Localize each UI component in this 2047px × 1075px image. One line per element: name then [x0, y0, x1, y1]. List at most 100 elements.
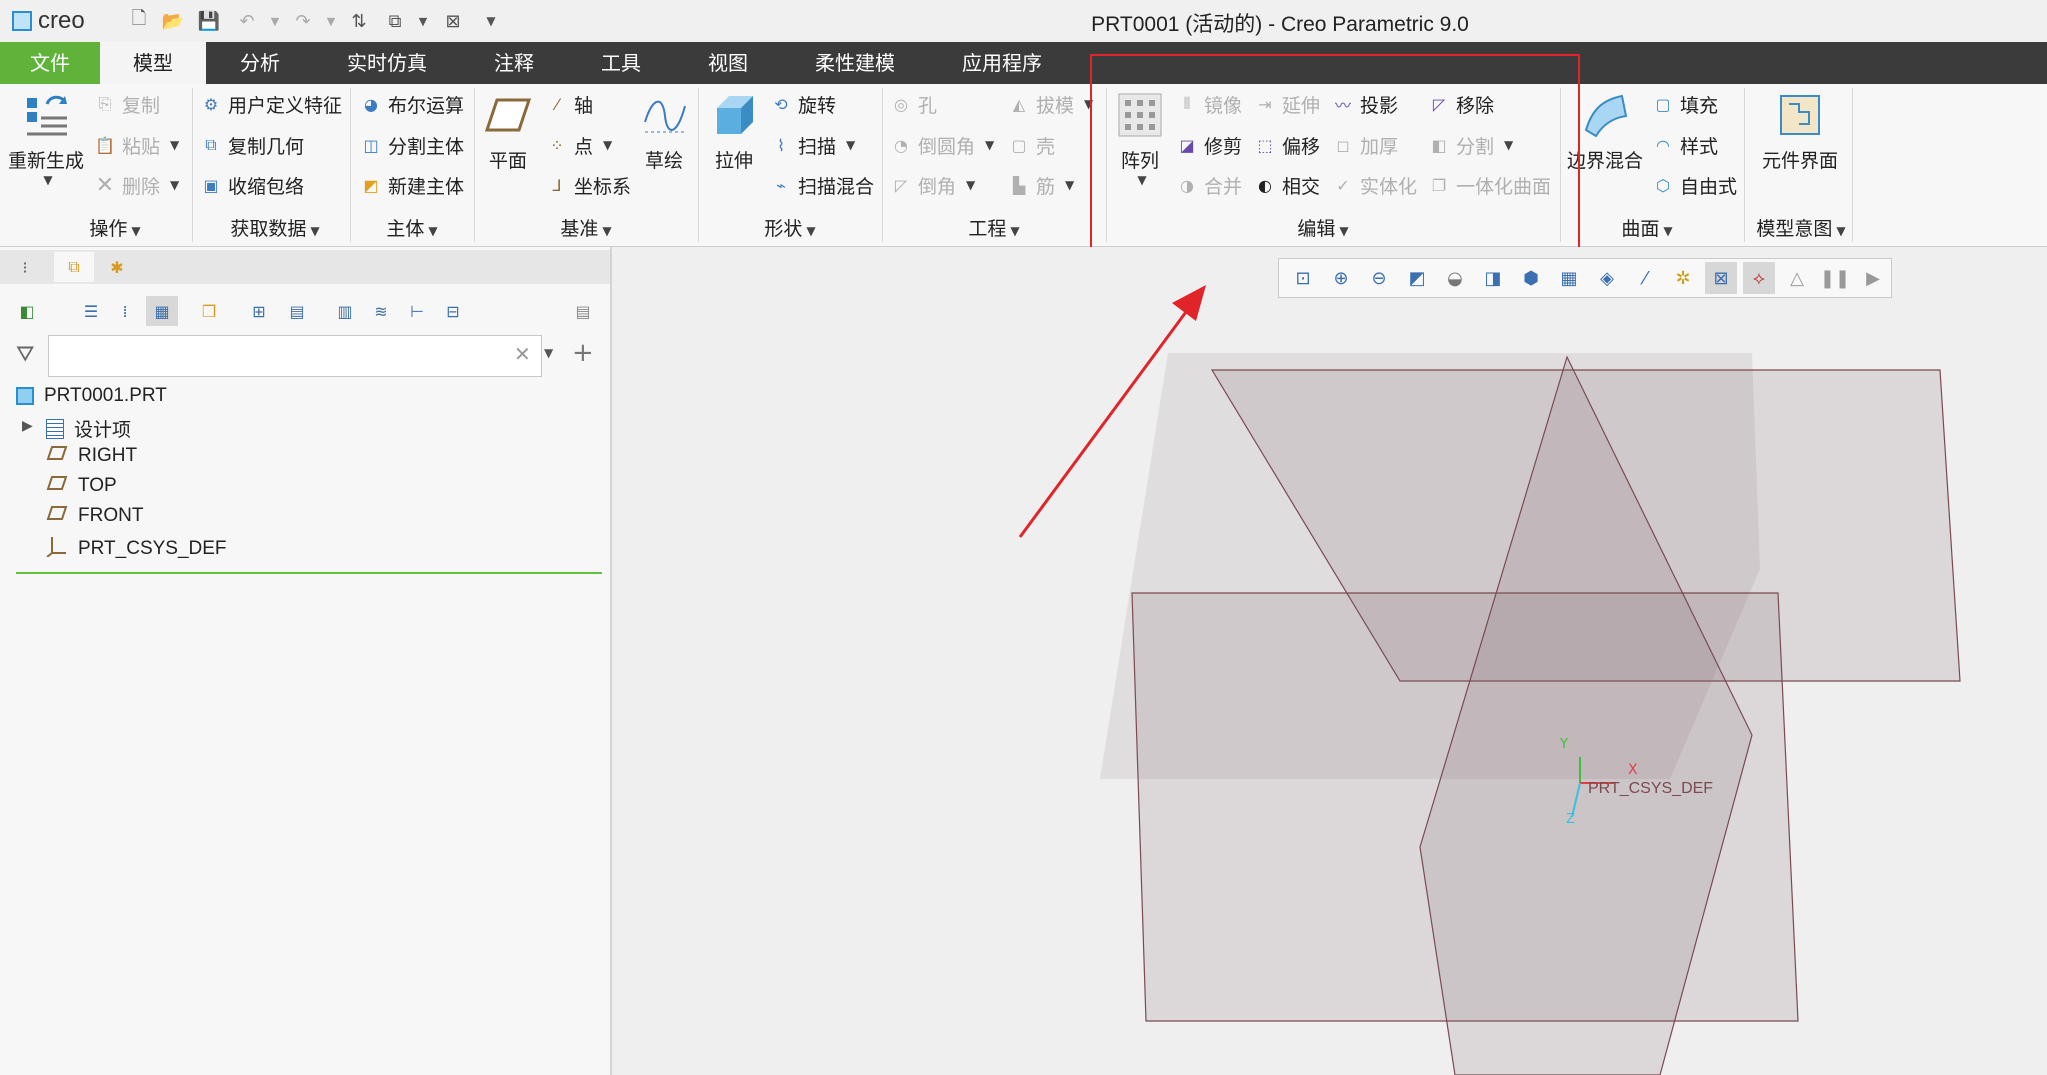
group-label-datum[interactable]: 基准 ▼ — [476, 214, 696, 241]
boundary-blend-icon — [1582, 92, 1628, 138]
tab-file[interactable]: 文件 — [0, 42, 100, 84]
structure-icon[interactable]: ⊟ — [440, 298, 466, 324]
tree-item-front[interactable]: FRONT — [46, 505, 143, 527]
search-dropdown-icon[interactable]: ▼ — [544, 346, 553, 360]
csys-button[interactable]: ⅃ 坐标系 — [546, 170, 631, 200]
plane-button[interactable]: 平面 — [478, 92, 538, 173]
fill-button[interactable]: ▢ 填充 — [1652, 89, 1718, 119]
extrude-button[interactable]: 拉伸 — [704, 92, 764, 173]
tab-tools[interactable]: 工具 — [568, 42, 674, 84]
tab-model[interactable]: 模型 — [100, 42, 206, 84]
chamfer-dropdown-icon[interactable]: ▼ — [966, 178, 975, 192]
tree-filter-list-icon[interactable]: ☰ — [78, 298, 104, 324]
udf-icon: ⚙ — [203, 94, 219, 114]
group-label-body[interactable]: 主体 ▼ — [352, 214, 472, 241]
udf-button[interactable]: ⚙ 用户定义特征 — [200, 89, 342, 119]
paste-dropdown-icon[interactable]: ▼ — [170, 138, 179, 152]
sweep-button[interactable]: ⌇ 扫描 ▼ — [770, 130, 855, 160]
ribbon-divider — [1744, 88, 1745, 242]
group-datum-text: 基准 — [560, 218, 599, 240]
draft-button[interactable]: ◭ 拔模 ▼ — [1008, 89, 1093, 119]
group-label-operations[interactable]: 操作 ▼ — [40, 214, 190, 241]
delete-button[interactable]: ✕ 删除 ▼ — [94, 170, 179, 200]
point-button[interactable]: ⁘ 点 ▼ — [546, 130, 612, 160]
boolean-button[interactable]: ◕ 布尔运算 — [360, 89, 464, 119]
csys-label: 坐标系 — [574, 175, 632, 198]
sweep-dropdown-icon[interactable]: ▼ — [846, 138, 855, 152]
tab-view[interactable]: 视图 — [674, 42, 782, 84]
point-dropdown-icon[interactable]: ▼ — [603, 138, 612, 152]
sweep-label: 扫描 — [798, 135, 837, 158]
tab-flexible-modeling[interactable]: 柔性建模 — [782, 42, 928, 84]
details-icon[interactable]: ▥ — [332, 298, 358, 324]
regenerate-button[interactable]: 重新生成 ▼ — [8, 92, 84, 187]
filter-tree-icon[interactable]: ⊞ — [246, 298, 272, 324]
group-label-surfaces[interactable]: 曲面 ▼ — [1562, 214, 1732, 241]
group-label-model-intent[interactable]: 模型意图 ▼ — [1746, 214, 1856, 241]
revolve-button[interactable]: ⟲ 旋转 — [770, 89, 836, 119]
chevron-down-icon: ▼ — [428, 224, 438, 238]
shell-button[interactable]: ▢ 壳 — [1008, 130, 1055, 160]
revolve-label: 旋转 — [798, 94, 837, 117]
model-tree-search-input[interactable] — [48, 335, 542, 377]
show-icon[interactable]: ❒ — [196, 298, 222, 324]
rib-dropdown-icon[interactable]: ▼ — [1065, 178, 1074, 192]
layers-icon[interactable]: ≋ — [368, 298, 394, 324]
add-icon[interactable]: + — [572, 338, 594, 368]
folder-browser-tab-icon[interactable]: ⧉ — [54, 252, 94, 282]
freestyle-label: 自由式 — [1680, 175, 1738, 198]
tab-annotate[interactable]: 注释 — [460, 42, 568, 84]
chamfer-icon: ◸ — [894, 175, 908, 195]
model-tree-tab-icon[interactable]: ⁝ — [12, 254, 38, 280]
tree-item-csys[interactable]: PRT_CSYS_DEF — [46, 535, 227, 563]
round-button[interactable]: ◔ 倒圆角 ▼ — [890, 130, 994, 160]
new-body-button[interactable]: ◩ 新建主体 — [360, 170, 464, 200]
extrude-label: 拉伸 — [714, 150, 753, 172]
rib-button[interactable]: ▙ 筋 ▼ — [1008, 170, 1074, 200]
shrinkwrap-button[interactable]: ▣ 收缩包络 — [200, 170, 304, 200]
style-button[interactable]: ◠ 样式 — [1652, 130, 1718, 160]
split-body-button[interactable]: ◫ 分割主体 — [360, 130, 464, 160]
tree-item-right[interactable]: RIGHT — [46, 445, 137, 467]
copy-geometry-button[interactable]: ⧉ 复制几何 — [200, 130, 304, 160]
hierarchy-icon[interactable]: ⊢ — [404, 298, 430, 324]
datum-planes-drawing[interactable] — [612, 247, 2047, 1075]
clear-search-icon[interactable]: ✕ — [514, 342, 531, 366]
notes-icon[interactable]: ▤ — [570, 298, 596, 324]
highlight-box — [1090, 54, 1580, 258]
component-interface-button[interactable]: 元件界面 — [1752, 92, 1848, 173]
chamfer-button[interactable]: ◸ 倒角 ▼ — [890, 170, 975, 200]
delete-dropdown-icon[interactable]: ▼ — [170, 178, 179, 192]
tab-applications[interactable]: 应用程序 — [928, 42, 1076, 84]
tab-analysis[interactable]: 分析 — [206, 42, 314, 84]
tree-columns-icon[interactable]: ⁞ — [112, 298, 138, 324]
chevron-down-icon: ▼ — [806, 224, 816, 238]
expand-arrow-icon[interactable]: ▶ — [22, 418, 33, 434]
hole-button[interactable]: ◎ 孔 — [890, 89, 937, 119]
copy-button[interactable]: ⎘ 复制 — [94, 89, 160, 119]
tree-item-design-items[interactable]: 设计项 — [46, 415, 131, 442]
tree-layout-icon[interactable]: ▤ — [284, 298, 310, 324]
insert-indicator[interactable] — [16, 572, 602, 574]
tree-settings-icon[interactable]: ▦ — [146, 296, 178, 326]
paste-button[interactable]: 📋 粘贴 ▼ — [94, 130, 179, 160]
axis-button[interactable]: ⁄ 轴 — [546, 89, 593, 119]
annotation-arrow-head — [1172, 285, 1206, 321]
model-display-icon[interactable]: ◧ — [14, 298, 40, 324]
tree-item-part[interactable]: PRT0001.PRT — [16, 385, 167, 407]
csys-x-label: X — [1628, 762, 1638, 778]
sketch-button[interactable]: 草绘 — [636, 92, 692, 173]
swept-blend-button[interactable]: ⌁ 扫描混合 — [770, 170, 874, 200]
group-model-intent-text: 模型意图 — [1756, 218, 1833, 240]
group-label-get-data[interactable]: 获取数据 ▼ — [200, 214, 350, 241]
filter-funnel-icon[interactable]: ⛛ — [16, 342, 34, 367]
regenerate-dropdown-icon[interactable]: ▼ — [43, 173, 52, 187]
group-label-engineering[interactable]: 工程 ▼ — [884, 214, 1104, 241]
tab-live-simulation[interactable]: 实时仿真 — [314, 42, 460, 84]
tree-item-top[interactable]: TOP — [46, 475, 117, 497]
favorites-tab-icon[interactable]: ✱ — [104, 254, 130, 280]
shrinkwrap-label: 收缩包络 — [228, 175, 305, 198]
freestyle-button[interactable]: ⬡ 自由式 — [1652, 170, 1737, 200]
group-label-shapes[interactable]: 形状 ▼ — [700, 214, 880, 241]
round-dropdown-icon[interactable]: ▼ — [985, 138, 994, 152]
